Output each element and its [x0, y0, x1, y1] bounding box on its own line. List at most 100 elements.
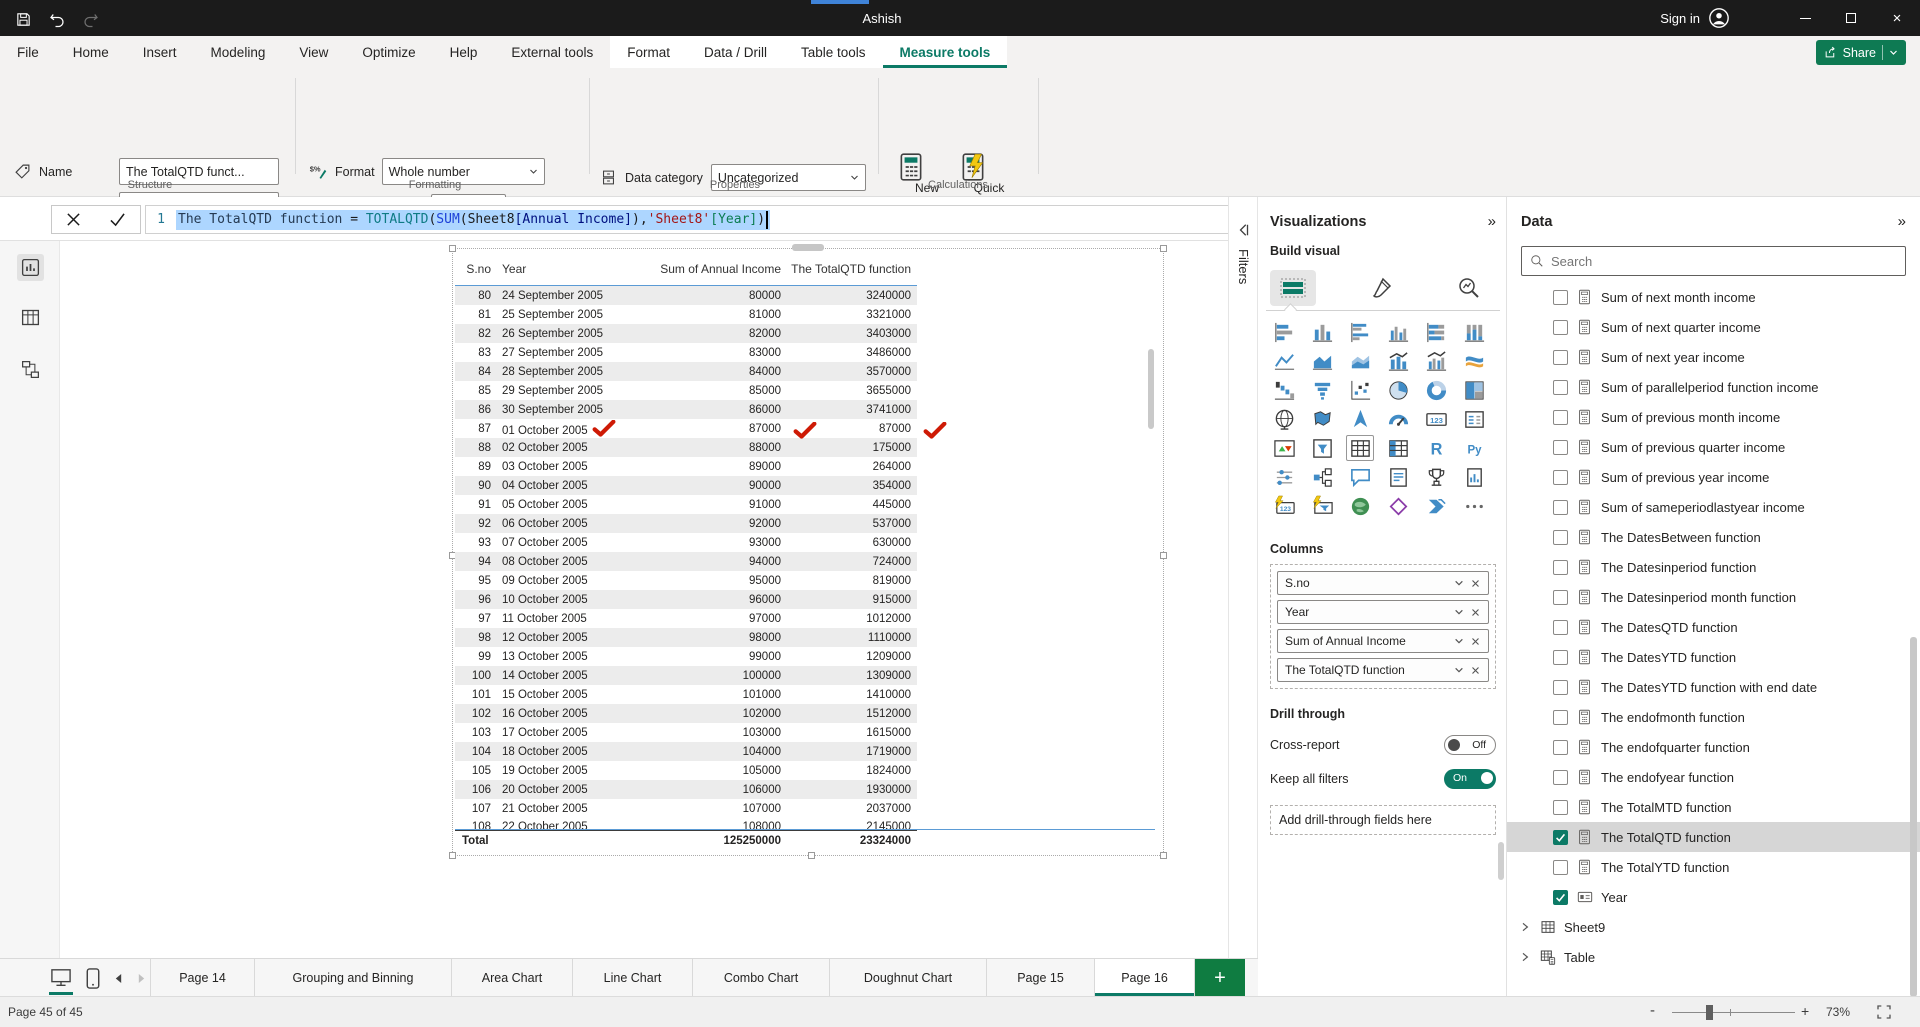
mobile-layout-icon[interactable]: [86, 968, 100, 989]
treemap-icon[interactable]: [1460, 377, 1488, 403]
field-checkbox[interactable]: [1553, 500, 1568, 515]
field-label[interactable]: The endofquarter function: [1601, 740, 1750, 755]
field-checkbox[interactable]: [1553, 590, 1568, 605]
field-item[interactable]: Sum of parallelperiod function income: [1507, 372, 1920, 402]
clustered-bar-chart-icon[interactable]: [1346, 319, 1374, 345]
build-visual-tab[interactable]: [1270, 270, 1316, 306]
100-stacked-column-chart-icon[interactable]: [1460, 319, 1488, 345]
line-and-clustered-column-chart-icon[interactable]: [1422, 348, 1450, 374]
zoom-slider-thumb[interactable]: [1706, 1005, 1713, 1020]
map-icon[interactable]: [1270, 406, 1298, 432]
multi-row-card-icon[interactable]: [1460, 406, 1488, 432]
sign-in-label[interactable]: Sign in: [1660, 11, 1700, 26]
next-page-icon[interactable]: [137, 973, 146, 984]
field-checkbox[interactable]: [1553, 380, 1568, 395]
smart-narrative-icon[interactable]: [1384, 464, 1412, 490]
scatter-chart-icon[interactable]: [1346, 377, 1374, 403]
ribbon-tab-help[interactable]: Help: [433, 36, 495, 68]
azure-map-icon[interactable]: [1346, 406, 1374, 432]
field-item[interactable]: The endofyear function: [1507, 762, 1920, 792]
field-item[interactable]: Sum of next quarter income: [1507, 312, 1920, 342]
table-icon[interactable]: [1346, 435, 1374, 461]
field-label[interactable]: The endofmonth function: [1601, 710, 1745, 725]
r-script-visual-icon[interactable]: R: [1422, 435, 1450, 461]
resize-handle[interactable]: [449, 245, 456, 252]
maximize-button[interactable]: [1828, 0, 1874, 36]
undo-icon[interactable]: [46, 8, 68, 30]
minimize-button[interactable]: [1782, 0, 1828, 36]
ribbon-tab-measure-tools[interactable]: Measure tools: [883, 36, 1008, 68]
resize-handle[interactable]: [449, 852, 456, 859]
field-item[interactable]: Sum of previous year income: [1507, 462, 1920, 492]
zoom-out-icon[interactable]: -: [1650, 1002, 1655, 1019]
column-header[interactable]: S.no: [455, 262, 495, 276]
field-label[interactable]: Sum of next month income: [1601, 290, 1756, 305]
field-pill[interactable]: Year: [1277, 600, 1489, 624]
card-new-icon[interactable]: 123: [1270, 493, 1298, 519]
filters-label[interactable]: Filters: [1236, 249, 1251, 284]
resize-handle[interactable]: [1160, 552, 1167, 559]
ribbon-tab-table-tools[interactable]: Table tools: [784, 36, 883, 68]
format-visual-tab[interactable]: [1358, 270, 1404, 306]
field-checkbox[interactable]: [1553, 740, 1568, 755]
collapse-pane-icon[interactable]: »: [1488, 213, 1496, 230]
field-item[interactable]: The Datesinperiod month function: [1507, 582, 1920, 612]
field-label[interactable]: The DatesBetween function: [1601, 530, 1761, 545]
remove-field-icon[interactable]: [1467, 579, 1484, 588]
model-view-icon[interactable]: [17, 356, 44, 383]
remove-field-icon[interactable]: [1467, 608, 1484, 617]
field-pill[interactable]: The TotalQTD function: [1277, 658, 1489, 682]
chevron-down-icon[interactable]: [1450, 636, 1467, 646]
field-checkbox[interactable]: [1553, 440, 1568, 455]
table-item[interactable]: Table: [1507, 942, 1920, 972]
table-view-icon[interactable]: [17, 304, 44, 331]
field-item[interactable]: The Datesinperiod function: [1507, 552, 1920, 582]
page-tab-page-16[interactable]: Page 16: [1095, 959, 1195, 997]
keep-all-filters-toggle[interactable]: On: [1444, 769, 1496, 789]
decomposition-tree-icon[interactable]: [1308, 464, 1336, 490]
table-label[interactable]: Table: [1564, 950, 1595, 965]
close-button[interactable]: ×: [1874, 0, 1920, 36]
resize-handle[interactable]: [808, 852, 815, 859]
field-label[interactable]: Sum of previous year income: [1601, 470, 1769, 485]
data-pane-scrollbar[interactable]: [1910, 637, 1917, 997]
add-drill-through-fields[interactable]: Add drill-through fields here: [1270, 805, 1496, 835]
field-item[interactable]: Sum of previous quarter income: [1507, 432, 1920, 462]
columns-well[interactable]: S.noYearSum of Annual IncomeThe TotalQTD…: [1270, 564, 1496, 689]
column-header[interactable]: The TotalQTD function: [785, 262, 915, 276]
button-slicer-icon[interactable]: [1270, 464, 1298, 490]
ribbon-tab-view[interactable]: View: [282, 36, 345, 68]
field-item[interactable]: The DatesYTD function with end date: [1507, 672, 1920, 702]
account-icon[interactable]: [1708, 7, 1730, 29]
field-checkbox[interactable]: [1553, 350, 1568, 365]
sign-in[interactable]: Sign in: [1660, 0, 1730, 36]
visual-drag-handle[interactable]: [792, 244, 824, 251]
field-label[interactable]: The TotalYTD function: [1601, 860, 1729, 875]
ribbon-tab-external-tools[interactable]: External tools: [494, 36, 610, 68]
field-item[interactable]: The TotalYTD function: [1507, 852, 1920, 882]
field-checkbox[interactable]: [1553, 650, 1568, 665]
power-apps-icon[interactable]: [1384, 493, 1412, 519]
visualizations-scrollbar[interactable]: [1498, 842, 1504, 880]
area-chart-icon[interactable]: [1308, 348, 1336, 374]
field-checkbox[interactable]: [1553, 890, 1568, 905]
field-item[interactable]: The DatesYTD function: [1507, 642, 1920, 672]
matrix-icon[interactable]: [1384, 435, 1412, 461]
previous-page-icon[interactable]: [114, 973, 123, 984]
field-checkbox[interactable]: [1553, 710, 1568, 725]
field-label[interactable]: The Datesinperiod month function: [1601, 590, 1796, 605]
ribbon-tab-home[interactable]: Home: [56, 36, 126, 68]
field-label[interactable]: The DatesQTD function: [1601, 620, 1738, 635]
field-item[interactable]: The DatesBetween function: [1507, 522, 1920, 552]
analytics-tab[interactable]: [1446, 270, 1492, 306]
ribbon-tab-format[interactable]: Format: [610, 36, 687, 68]
cancel-formula-icon[interactable]: [66, 212, 81, 227]
field-checkbox[interactable]: [1553, 320, 1568, 335]
field-item[interactable]: The TotalMTD function: [1507, 792, 1920, 822]
field-checkbox[interactable]: [1553, 530, 1568, 545]
waterfall-chart-icon[interactable]: [1270, 377, 1298, 403]
python-visual-icon[interactable]: Py: [1460, 435, 1488, 461]
field-label[interactable]: The Datesinperiod function: [1601, 560, 1756, 575]
cross-report-toggle[interactable]: Off: [1444, 735, 1496, 755]
dax-formula-input[interactable]: 1 The TotalQTD function = TOTALQTD(SUM(S…: [145, 205, 1252, 234]
